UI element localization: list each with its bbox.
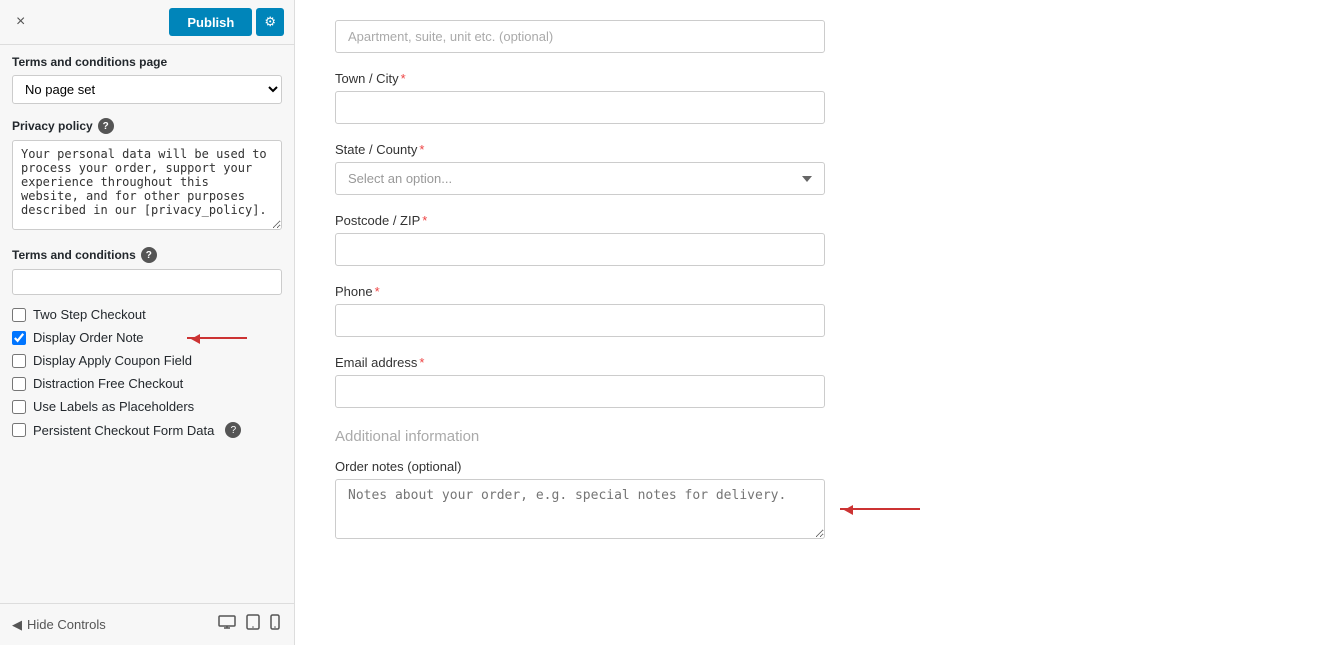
sidebar-content: Terms and conditions page No page set Pr… — [0, 45, 294, 603]
use-labels-label[interactable]: Use Labels as Placeholders — [33, 399, 194, 414]
postcode-label: Postcode / ZIP* — [335, 213, 1288, 228]
close-button[interactable]: × — [10, 11, 31, 33]
phone-field: Phone* — [335, 284, 1288, 337]
two-step-label[interactable]: Two Step Checkout — [33, 307, 146, 322]
terms-conditions-input[interactable]: I have read and agree to the website [te… — [12, 269, 282, 295]
use-labels-checkbox[interactable] — [12, 400, 26, 414]
checkbox-row-display-apply-coupon: Display Apply Coupon Field — [12, 353, 282, 368]
desktop-view-button[interactable] — [216, 613, 238, 636]
main-content: Town / City* State / County* Select an o… — [295, 0, 1328, 645]
additional-info-heading: Additional information — [335, 428, 1288, 445]
terms-conditions-section-label: Terms and conditions ? — [12, 247, 282, 263]
phone-input[interactable] — [335, 304, 825, 337]
address-line2-input[interactable] — [335, 20, 825, 53]
display-apply-coupon-checkbox[interactable] — [12, 354, 26, 368]
view-icons-group — [216, 612, 282, 637]
gear-button[interactable]: ⚙ — [256, 8, 284, 36]
order-notes-label: Order notes (optional) — [335, 459, 1288, 474]
state-county-required: * — [419, 142, 424, 157]
two-step-checkbox[interactable] — [12, 308, 26, 322]
email-label: Email address* — [335, 355, 1288, 370]
display-apply-coupon-label[interactable]: Display Apply Coupon Field — [33, 353, 192, 368]
persistent-checkout-label[interactable]: Persistent Checkout Form Data — [33, 423, 214, 438]
checkbox-row-distraction-free: Distraction Free Checkout — [12, 376, 282, 391]
publish-button[interactable]: Publish — [169, 8, 252, 36]
order-notes-wrap — [335, 479, 825, 539]
state-county-select[interactable]: Select an option... — [335, 162, 825, 195]
tablet-view-button[interactable] — [244, 612, 262, 637]
order-notes-field: Order notes (optional) — [335, 459, 1288, 539]
order-notes-textarea[interactable] — [335, 479, 825, 539]
state-county-label: State / County* — [335, 142, 1288, 157]
terms-page-section-label: Terms and conditions page — [12, 55, 282, 69]
privacy-policy-help-icon[interactable]: ? — [98, 118, 114, 134]
terms-page-dropdown-wrap: No page set — [12, 75, 282, 104]
terms-conditions-help-icon[interactable]: ? — [141, 247, 157, 263]
chevron-left-icon: ◀ — [12, 617, 22, 633]
persistent-checkout-checkbox[interactable] — [12, 423, 26, 437]
email-field: Email address* rishabhm@bsf.io — [335, 355, 1288, 408]
postcode-input[interactable] — [335, 233, 825, 266]
email-required: * — [419, 355, 424, 370]
privacy-policy-textarea[interactable]: Your personal data will be used to proce… — [12, 140, 282, 230]
sidebar-header: × Publish ⚙ — [0, 0, 294, 45]
checkbox-row-two-step: Two Step Checkout — [12, 307, 282, 322]
distraction-free-checkbox[interactable] — [12, 377, 26, 391]
privacy-policy-section-label: Privacy policy ? — [12, 118, 282, 134]
checkbox-row-persistent-checkout: Persistent Checkout Form Data ? — [12, 422, 282, 438]
hide-controls-label: Hide Controls — [27, 617, 106, 632]
persistent-checkout-help-icon[interactable]: ? — [225, 422, 241, 438]
order-notes-arrow — [840, 508, 920, 510]
phone-required: * — [375, 284, 380, 299]
terms-page-select[interactable]: No page set — [12, 75, 282, 104]
email-input[interactable]: rishabhm@bsf.io — [335, 375, 825, 408]
display-order-note-checkbox[interactable] — [12, 331, 26, 345]
sidebar: × Publish ⚙ Terms and conditions page No… — [0, 0, 295, 645]
town-city-input[interactable] — [335, 91, 825, 124]
phone-label: Phone* — [335, 284, 1288, 299]
mobile-view-button[interactable] — [268, 612, 282, 637]
town-city-field: Town / City* — [335, 71, 1288, 124]
distraction-free-label[interactable]: Distraction Free Checkout — [33, 376, 183, 391]
checkbox-row-use-labels: Use Labels as Placeholders — [12, 399, 282, 414]
postcode-field: Postcode / ZIP* — [335, 213, 1288, 266]
town-city-label: Town / City* — [335, 71, 1288, 86]
checkbox-row-display-order-note: Display Order Note — [12, 330, 282, 345]
address-line2-field — [335, 20, 1288, 53]
sidebar-footer: ◀ Hide Controls — [0, 603, 294, 645]
town-city-required: * — [401, 71, 406, 86]
hide-controls-button[interactable]: ◀ Hide Controls — [12, 617, 106, 633]
state-county-field: State / County* Select an option... — [335, 142, 1288, 195]
postcode-required: * — [422, 213, 427, 228]
order-note-arrow — [187, 337, 247, 339]
display-order-note-label[interactable]: Display Order Note — [33, 330, 144, 345]
